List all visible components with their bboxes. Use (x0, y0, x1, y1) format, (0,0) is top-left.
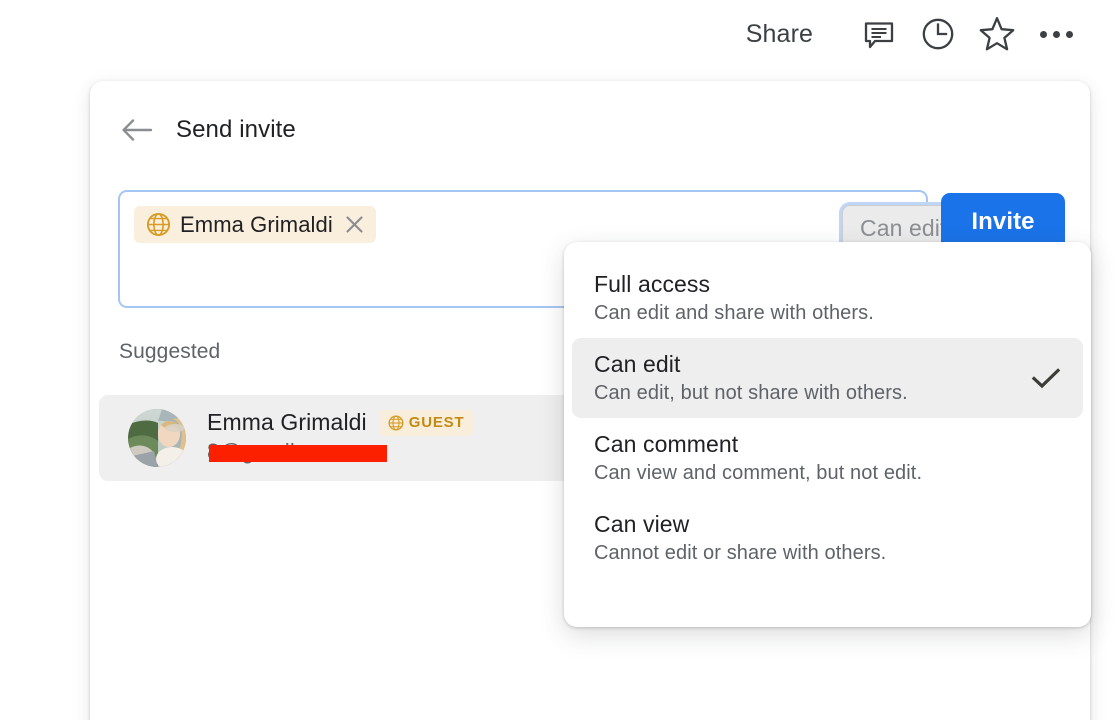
email-redaction-bar (209, 445, 387, 462)
close-icon[interactable] (344, 214, 365, 235)
menu-item-description: Can edit, but not share with others. (594, 382, 908, 405)
menu-item-can-edit[interactable]: Can edit Can edit, but not share with ot… (572, 338, 1083, 418)
status-badge: GUEST (379, 410, 474, 436)
more-options-icon[interactable] (1032, 10, 1080, 58)
menu-item-full-access[interactable]: Full access Can edit and share with othe… (572, 258, 1083, 338)
dot (1040, 31, 1047, 38)
person-email-wrap: 8@gmail.com (207, 439, 473, 467)
menu-item-title: Can view (594, 511, 886, 538)
share-button[interactable]: Share (746, 20, 813, 49)
menu-item-can-view[interactable]: Can view Cannot edit or share with other… (572, 498, 1083, 578)
menu-item-title: Can comment (594, 431, 922, 458)
menu-item-texts: Can comment Can view and comment, but no… (594, 431, 922, 485)
checkmark-icon (1031, 366, 1061, 390)
person-name: Emma Grimaldi (207, 409, 367, 436)
menu-item-can-comment[interactable]: Can comment Can view and comment, but no… (572, 418, 1083, 498)
menu-item-description: Cannot edit or share with others. (594, 542, 886, 565)
top-toolbar: Share (0, 0, 1114, 68)
recipient-chip[interactable]: Emma Grimaldi (134, 206, 376, 243)
menu-item-texts: Full access Can edit and share with othe… (594, 271, 874, 325)
more-options-dots (1040, 31, 1073, 38)
person-name-row: Emma Grimaldi GUEST (207, 409, 473, 436)
comment-icon[interactable] (855, 10, 903, 58)
version-history-clock-icon[interactable] (914, 10, 962, 58)
suggested-section-label: Suggested (119, 340, 220, 364)
star-icon[interactable] (973, 10, 1021, 58)
role-selector-label: Can edit (860, 215, 946, 242)
menu-item-description: Can edit and share with others. (594, 302, 874, 325)
app-root: Share (0, 0, 1114, 720)
dot (1053, 31, 1060, 38)
menu-item-title: Can edit (594, 351, 908, 378)
menu-item-description: Can view and comment, but not edit. (594, 462, 922, 485)
status-badge-label: GUEST (409, 414, 465, 431)
recipient-chip-label: Emma Grimaldi (180, 212, 333, 238)
page-title: Send invite (176, 116, 296, 144)
globe-icon (146, 212, 171, 237)
avatar (128, 409, 186, 467)
dot (1066, 31, 1073, 38)
person-info: Emma Grimaldi GUEST (207, 409, 473, 467)
menu-item-texts: Can view Cannot edit or share with other… (594, 511, 886, 565)
menu-item-title: Full access (594, 271, 874, 298)
menu-item-texts: Can edit Can edit, but not share with ot… (594, 351, 908, 405)
globe-icon (388, 415, 404, 431)
role-dropdown-menu: Full access Can edit and share with othe… (564, 242, 1091, 627)
back-arrow-icon[interactable] (119, 112, 155, 148)
card-header: Send invite (90, 81, 296, 179)
